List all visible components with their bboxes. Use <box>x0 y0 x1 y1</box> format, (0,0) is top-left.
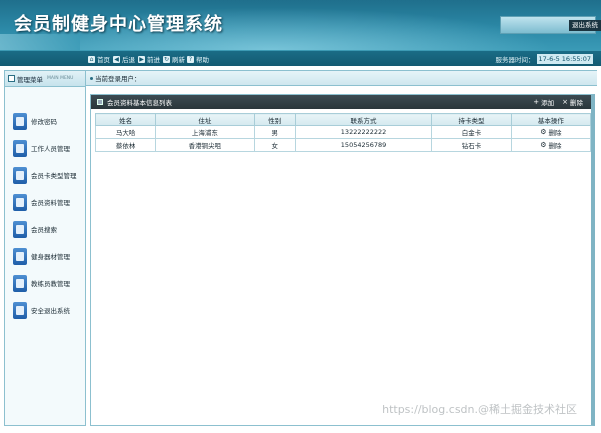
sidebar-item-label: 会员资料管理 <box>31 199 70 207</box>
sidebar: 管理菜单 MAIN MENU 修改密码 工作人员管理 会员卡类型管理 会员资料管… <box>4 70 86 426</box>
watermark: https://blog.csdn.@稀土掘金技术社区 <box>382 403 577 416</box>
delete-icon: × <box>562 98 568 106</box>
column-header: 联系方式 <box>294 113 433 126</box>
sidebar-subtitle: MAIN MENU <box>47 76 74 81</box>
toolbar-help[interactable]: ? 帮助 <box>187 51 209 67</box>
sidebar-item-card-types[interactable]: 会员卡类型管理 <box>13 165 77 185</box>
sidebar-item-label: 教练员教管理 <box>31 280 70 288</box>
sidebar-item-label: 工作人员管理 <box>31 145 70 153</box>
sidebar-item-label: 会员搜索 <box>31 226 57 234</box>
cell-address: 上海浦东 <box>155 125 255 139</box>
toolbar-forward-label: 前进 <box>147 56 160 64</box>
cell-name: 马大哈 <box>94 125 157 139</box>
bullet-icon <box>90 76 93 80</box>
row-delete-label: 删除 <box>548 142 562 150</box>
toolbar-home[interactable]: ⌂ 首页 <box>88 51 110 67</box>
toolbar-home-label: 首页 <box>97 56 110 64</box>
server-time-value: 17-6-5 16:55:07 <box>536 54 593 64</box>
server-time: 服务器时间： 17-6-5 16:55:07 <box>495 54 593 64</box>
member-table: 姓名 住址 性别 联系方式 持卡类型 基本操作 马大哈 上海浦东 男 13222… <box>94 113 592 152</box>
sidebar-item-label: 会员卡类型管理 <box>31 172 77 180</box>
sidebar-item-equipment[interactable]: 健身器材管理 <box>13 246 70 266</box>
sidebar-item-staff[interactable]: 工作人员管理 <box>13 138 70 158</box>
cell-gender: 男 <box>253 125 296 139</box>
cell-gender: 女 <box>253 138 296 152</box>
delete-label: 删除 <box>570 99 583 107</box>
table-row: 马大哈 上海浦东 男 13222222222 白金卡 ⚙ 删除 <box>94 125 592 139</box>
main-content: 当前登录用户： 会员资料基本信息列表 + 添加 × 删除 姓名 住址 性别 联系… <box>86 70 597 426</box>
sidebar-item-member-search[interactable]: 会员搜索 <box>13 219 57 239</box>
column-header: 住址 <box>155 113 255 126</box>
sidebar-item-label: 修改密码 <box>31 118 57 126</box>
sidebar-title: 管理菜单 <box>17 75 43 84</box>
toolbar: ⌂ 首页 ◀ 后退 ▶ 前进 ↻ 刷新 ? 帮助 服务器时间： 17-6-5 1… <box>0 50 601 66</box>
row-delete-button[interactable]: ⚙ 删除 <box>540 127 561 137</box>
list-icon <box>97 99 103 105</box>
gear-icon: ⚙ <box>540 128 547 136</box>
sidebar-item-member-profiles[interactable]: 会员资料管理 <box>13 192 70 212</box>
sidebar-item-logout[interactable]: 安全退出系统 <box>13 300 70 320</box>
home-icon: ⌂ <box>88 55 95 63</box>
forward-icon: ▶ <box>138 55 145 63</box>
app-title: 会员制健身中心管理系统 <box>14 14 223 35</box>
toolbar-back-label: 后退 <box>122 56 135 64</box>
logo-strip <box>0 34 80 50</box>
document-icon <box>13 220 27 238</box>
cell-phone: 13222222222 <box>294 125 433 139</box>
toolbar-forward[interactable]: ▶ 前进 <box>138 51 160 67</box>
current-user-label: 当前登录用户： <box>95 75 141 83</box>
toolbar-refresh[interactable]: ↻ 刷新 <box>163 51 185 67</box>
sidebar-item-change-password[interactable]: 修改密码 <box>13 111 57 131</box>
delete-button[interactable]: × 删除 <box>562 97 583 107</box>
document-icon <box>13 112 27 130</box>
sidebar-item-coaches[interactable]: 教练员教管理 <box>13 273 70 293</box>
member-list-panel: 会员资料基本信息列表 + 添加 × 删除 姓名 住址 性别 联系方式 持卡类型 … <box>90 94 595 426</box>
table-row: 蔡依林 香港铜尖咀 女 15054256789 钻石卡 ⚙ 删除 <box>94 138 592 152</box>
cell-actions: ⚙ 删除 <box>510 138 592 152</box>
cell-card-type: 钻石卡 <box>431 138 512 152</box>
cell-card-type: 白金卡 <box>431 125 512 139</box>
column-header: 基本操作 <box>510 113 592 126</box>
document-icon <box>13 301 27 319</box>
panel-actions: + 添加 × 删除 <box>533 95 583 109</box>
logout-button[interactable]: 退出系统 <box>569 20 601 31</box>
row-delete-button[interactable]: ⚙ 删除 <box>540 140 561 150</box>
column-header: 持卡类型 <box>431 113 512 126</box>
cell-name: 蔡依林 <box>94 138 157 152</box>
table-header-row: 姓名 住址 性别 联系方式 持卡类型 基本操作 <box>94 113 592 126</box>
panel-header: 会员资料基本信息列表 + 添加 × 删除 <box>91 95 591 109</box>
document-icon <box>13 274 27 292</box>
column-header: 姓名 <box>94 113 157 126</box>
add-button[interactable]: + 添加 <box>533 97 554 107</box>
cell-actions: ⚙ 删除 <box>510 125 592 139</box>
toolbar-refresh-label: 刷新 <box>172 56 185 64</box>
sidebar-item-label: 安全退出系统 <box>31 307 70 315</box>
app-header: 会员制健身中心管理系统 退出系统 <box>0 0 601 50</box>
cell-address: 香港铜尖咀 <box>155 138 255 152</box>
document-icon <box>13 247 27 265</box>
toolbar-back[interactable]: ◀ 后退 <box>113 51 135 67</box>
server-time-label: 服务器时间： <box>495 56 535 64</box>
menu-icon <box>8 75 15 82</box>
document-icon <box>13 166 27 184</box>
back-icon: ◀ <box>113 55 120 63</box>
gear-icon: ⚙ <box>540 141 547 149</box>
column-header: 性别 <box>253 113 296 126</box>
refresh-icon: ↻ <box>163 55 170 63</box>
sidebar-item-label: 健身器材管理 <box>31 253 70 261</box>
sidebar-header: 管理菜单 MAIN MENU <box>5 71 85 87</box>
add-label: 添加 <box>541 99 555 107</box>
plus-icon: + <box>533 98 540 106</box>
panel-title: 会员资料基本信息列表 <box>107 99 172 107</box>
row-delete-label: 删除 <box>548 129 562 137</box>
document-icon <box>13 193 27 211</box>
help-icon: ? <box>187 55 194 63</box>
cell-phone: 15054256789 <box>294 138 433 152</box>
current-user-bar: 当前登录用户： <box>86 70 597 86</box>
toolbar-help-label: 帮助 <box>196 56 209 64</box>
document-icon <box>13 139 27 157</box>
